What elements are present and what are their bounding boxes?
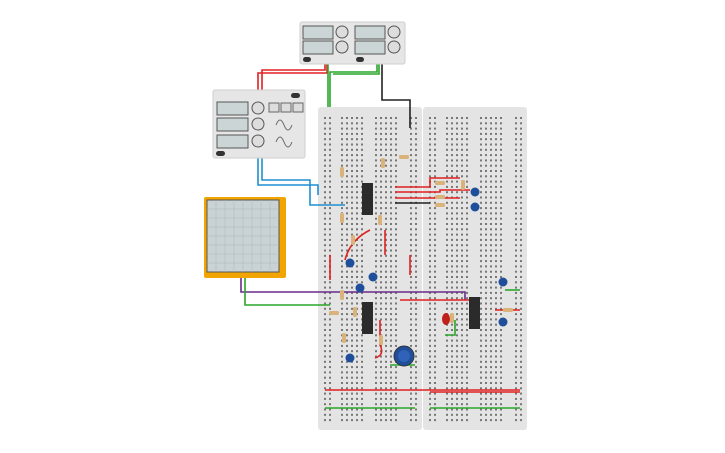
breadboard-2 (423, 107, 527, 430)
op-amp-ic (469, 297, 480, 329)
op-amp-ic (362, 183, 373, 215)
capacitor (355, 283, 365, 293)
led (442, 313, 450, 325)
circuit-canvas[interactable] (0, 0, 725, 453)
resistor (342, 333, 346, 343)
function-generator[interactable] (212, 89, 306, 159)
resistor (435, 203, 445, 207)
resistor (340, 290, 344, 300)
resistor (329, 311, 339, 315)
power-switch[interactable] (291, 93, 300, 98)
triangle-wave-button[interactable] (280, 102, 292, 113)
resistor (381, 158, 385, 168)
amplitude-knob[interactable] (251, 117, 265, 131)
resistor (351, 235, 355, 245)
output-switch[interactable] (216, 151, 225, 156)
power-switch[interactable] (303, 57, 311, 62)
potentiometer[interactable] (393, 345, 415, 367)
resistor (340, 167, 344, 177)
capacitor (470, 202, 480, 212)
capacitor (345, 353, 355, 363)
sine-wave-button[interactable] (292, 102, 304, 113)
resistor (503, 308, 513, 312)
resistor (353, 307, 357, 317)
offset-knob[interactable] (251, 134, 265, 148)
wire-green (329, 60, 378, 107)
capacitor (498, 317, 508, 327)
current-knob-2[interactable] (387, 40, 401, 54)
voltage-knob-2[interactable] (387, 25, 401, 39)
resistor (435, 195, 445, 199)
current-knob[interactable] (335, 40, 349, 54)
wire-blue (257, 156, 319, 195)
breadboards (318, 107, 527, 430)
resistor (461, 180, 465, 190)
oscilloscope[interactable] (204, 197, 286, 278)
resistor (435, 181, 445, 185)
resistor (399, 155, 409, 159)
capacitor (470, 187, 480, 197)
op-amp-ic (362, 302, 373, 334)
square-wave-button[interactable] (268, 102, 280, 113)
power-switch-2[interactable] (356, 57, 364, 62)
frequency-knob[interactable] (251, 101, 265, 115)
capacitor (498, 277, 508, 287)
dc-power-supply[interactable] (299, 21, 406, 65)
capacitor (345, 258, 355, 268)
voltage-knob[interactable] (335, 25, 349, 39)
resistor (340, 213, 344, 223)
capacitor (368, 272, 378, 282)
resistor (379, 335, 383, 345)
resistor (378, 215, 382, 225)
resistor (450, 313, 454, 323)
